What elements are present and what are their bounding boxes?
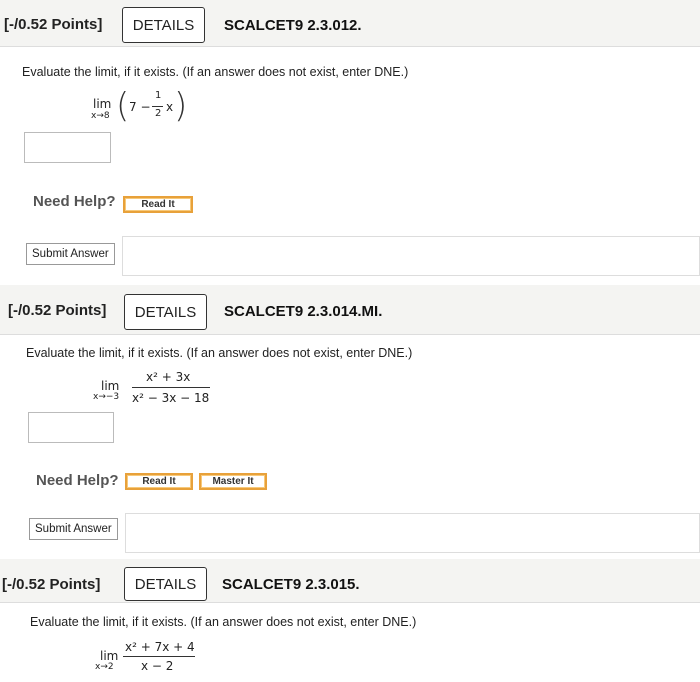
answer-input[interactable] [28,412,114,443]
fraction-bar [132,387,210,388]
limit-expression: lim x→2 x² + 7x + 4 x − 2 [92,639,212,679]
question-code: SCALCET9 2.3.015. [222,576,360,593]
question-panel: Evaluate the limit, if it exists. (If an… [0,602,700,682]
lim-subscript: x→−3 [93,392,120,402]
right-paren: ) [174,86,188,126]
limit-expression: lim x→−3 x² + 3x x² − 3x − 18 [90,367,230,409]
fraction-bar [123,656,195,657]
lim-label: lim [100,649,119,663]
details-button[interactable]: DETAILS [122,7,205,43]
details-button[interactable]: DETAILS [124,294,207,330]
fraction-bar [152,106,163,107]
lim-subscript: x→2 [95,662,114,672]
need-help-label: Need Help? [36,472,119,489]
fraction-denominator: x − 2 [141,659,174,673]
question-header: [-/0.52 Points] DETAILS SCALCET9 2.3.015… [0,556,700,606]
need-help-label: Need Help? [33,193,116,210]
lim-subscript: x→8 [91,111,110,121]
question-prompt: Evaluate the limit, if it exists. (If an… [30,615,417,629]
fraction-denominator: 2 [155,108,162,119]
question-header: [-/0.52 Points] DETAILS SCALCET9 2.3.014… [0,286,700,336]
master-it-button[interactable]: Master It [199,473,267,490]
question-code: SCALCET9 2.3.012. [224,17,362,34]
read-it-button[interactable]: Read It [125,473,193,490]
left-paren: ( [116,86,130,126]
fraction-numerator: 1 [155,90,162,101]
fraction-numerator: x² + 3x [146,370,191,384]
question-prompt: Evaluate the limit, if it exists. (If an… [22,65,409,79]
submit-answer-button[interactable]: Submit Answer [26,243,115,265]
submission-area [122,236,700,276]
points-label: [-/0.52 Points] [4,16,103,33]
question-header: [-/0.52 Points] DETAILS SCALCET9 2.3.012… [0,0,700,50]
lim-label: lim [101,379,120,393]
submit-answer-button[interactable]: Submit Answer [29,518,118,540]
points-label: [-/0.52 Points] [8,302,107,319]
details-button[interactable]: DETAILS [124,567,207,601]
limit-expression: lim x→8 ( 7 − 1 2 x ) [88,89,198,129]
question-code: SCALCET9 2.3.014.MI. [224,303,383,320]
lim-label: lim [93,97,112,111]
fraction-denominator: x² − 3x − 18 [132,391,210,405]
expr-suffix: x [166,100,174,114]
submission-area [125,513,700,553]
expr-prefix: 7 − [129,100,151,114]
read-it-button[interactable]: Read It [123,196,193,213]
fraction-numerator: x² + 7x + 4 [125,640,195,654]
answer-input[interactable] [24,132,111,163]
points-label: [-/0.52 Points] [2,576,101,593]
question-prompt: Evaluate the limit, if it exists. (If an… [26,346,413,360]
